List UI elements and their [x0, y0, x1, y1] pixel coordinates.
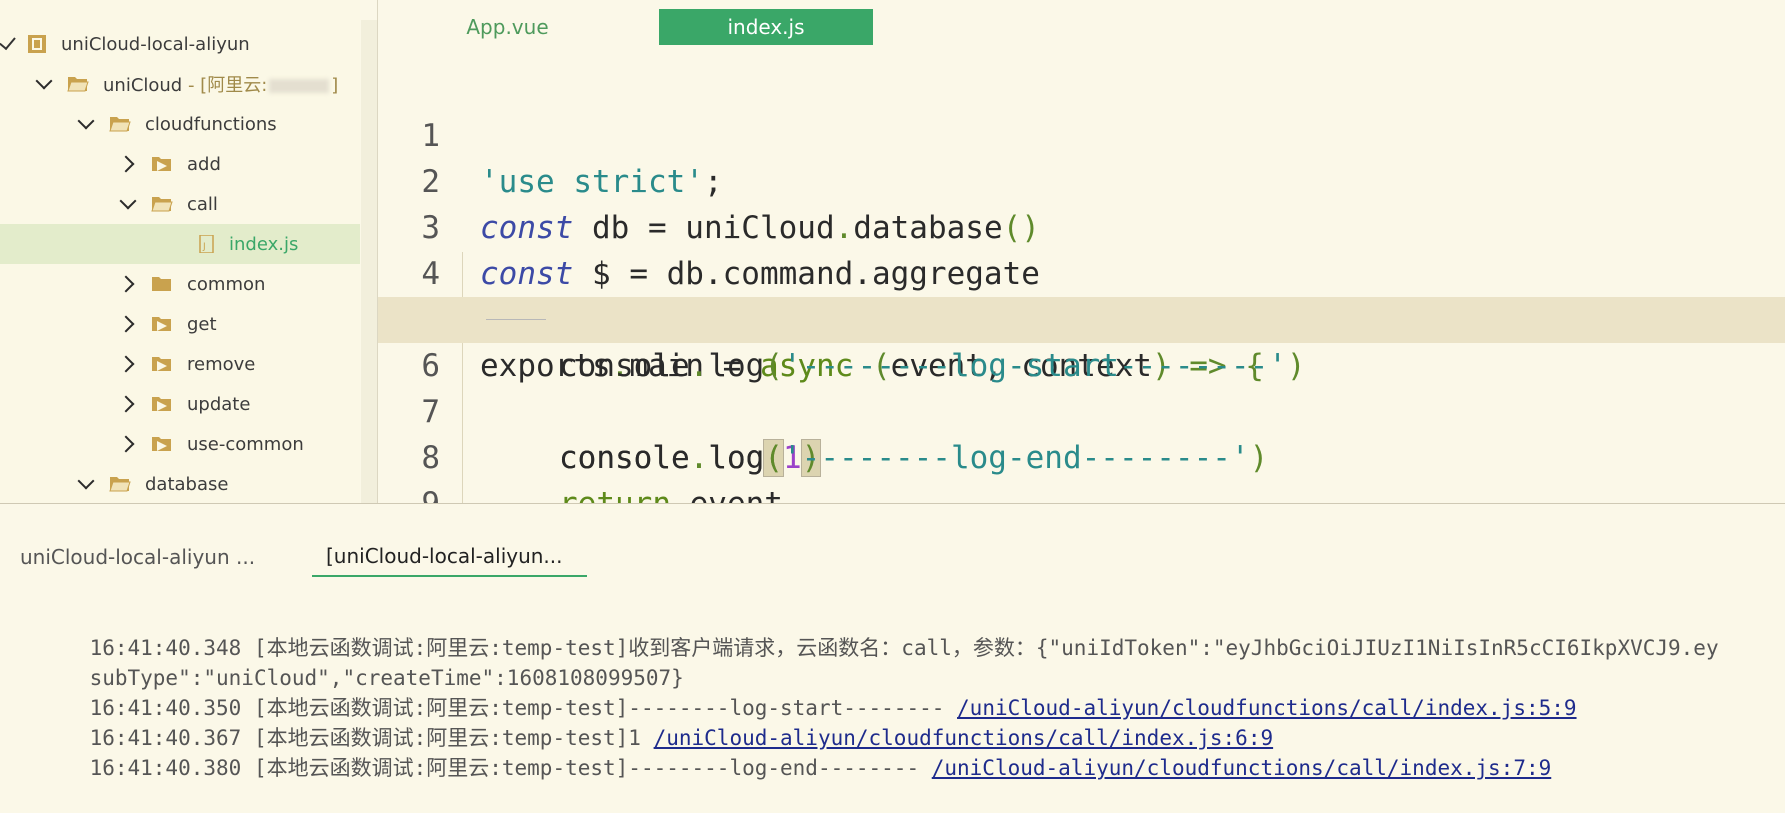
- cloud-function-folder-icon: [152, 157, 171, 171]
- folder-icon: [152, 277, 171, 291]
- tree-item-update[interactable]: update: [0, 384, 360, 424]
- source-location-link[interactable]: /uniCloud-aliyun/cloudfunctions/call/ind…: [932, 756, 1552, 780]
- folder-open-icon: [67, 77, 89, 92]
- tree-label-unicloud: uniCloud: [103, 75, 183, 96]
- cloud-function-folder-icon: [152, 397, 171, 411]
- code-editor[interactable]: 1 'use strict'; 2 const db = uniCloud.da…: [378, 0, 1785, 503]
- tree-label-add: add: [187, 153, 221, 175]
- console-tab-debug[interactable]: [uniCloud-local-aliyun...: [312, 537, 587, 577]
- code-line-current[interactable]: 6 console.log(1): [378, 297, 1785, 477]
- tree-item-remove[interactable]: remove: [0, 344, 360, 384]
- chevron-down-icon[interactable]: [77, 112, 95, 130]
- tree-item-use-common[interactable]: use-common: [0, 424, 360, 464]
- cloud-function-folder-icon: [152, 357, 171, 371]
- tree-item-common[interactable]: common: [0, 264, 360, 304]
- tree-label-update: update: [187, 393, 251, 415]
- cloud-function-folder-icon: [152, 317, 171, 331]
- chevron-right-icon[interactable]: [117, 435, 135, 453]
- console-line-text: 16:41:40.380 [本地云函数调试:阿里云:temp-test]----…: [89, 756, 932, 780]
- chevron-right-icon[interactable]: [117, 275, 135, 293]
- folder-open-icon: [109, 117, 131, 132]
- tree-item-get[interactable]: get: [0, 304, 360, 344]
- svg-text:J: J: [202, 242, 206, 252]
- code-line[interactable]: 4 exports.main = async (event, context) …: [378, 205, 1785, 384]
- tree-item-index-js[interactable]: J index.js: [0, 224, 360, 264]
- tab-app-vue[interactable]: App.vue: [440, 9, 575, 45]
- code-line[interactable]: 5 console.log('--------log-start--------…: [378, 251, 1785, 384]
- sidebar-scrollbar[interactable]: [361, 20, 377, 503]
- folder-open-icon: [151, 197, 173, 212]
- project-icon: [28, 35, 46, 53]
- chevron-right-icon[interactable]: [117, 155, 135, 173]
- tree-item-call[interactable]: call: [0, 184, 360, 224]
- code-line[interactable]: 7 console.log('--------log-end--------'): [378, 343, 1785, 476]
- tree-label-call: call: [187, 193, 218, 215]
- code-line[interactable]: 2 const db = uniCloud.database(): [378, 113, 1785, 246]
- indent-whitespace-marker: [486, 319, 546, 320]
- project-explorer: uniCloud-local-aliyun uniCloud - [阿里云:] …: [0, 0, 360, 503]
- tree-label-project: uniCloud-local-aliyun: [61, 33, 250, 55]
- code-line[interactable]: 8 return event: [378, 389, 1785, 503]
- console-line: 16:41:40.380 [本地云函数调试:阿里云:temp-test]----…: [39, 723, 1552, 813]
- tree-label-common: common: [187, 273, 266, 295]
- tree-label-remove: remove: [187, 353, 256, 375]
- tree-label-get: get: [187, 313, 217, 335]
- chevron-right-icon[interactable]: [117, 395, 135, 413]
- tree-label-database: database: [145, 473, 229, 495]
- tree-item-project[interactable]: uniCloud-local-aliyun: [0, 24, 360, 64]
- console-tab-project[interactable]: uniCloud-local-aliyun ...: [20, 537, 255, 577]
- tab-index-js[interactable]: index.js: [659, 9, 873, 45]
- chevron-down-icon[interactable]: [77, 472, 95, 490]
- tree-item-cloudfunctions[interactable]: cloudfunctions: [0, 104, 360, 144]
- code-line[interactable]: 10: [378, 481, 1785, 503]
- chevron-right-icon[interactable]: [117, 315, 135, 333]
- tree-item-database[interactable]: database: [0, 464, 360, 503]
- redacted-space-name: [269, 79, 330, 93]
- code-line[interactable]: 1 'use strict';: [378, 67, 1785, 200]
- cloud-function-folder-icon: [152, 437, 171, 451]
- unicloud-space-annotation: - [阿里云:]: [187, 75, 339, 96]
- chevron-down-icon[interactable]: [119, 192, 137, 210]
- tree-label-use-common: use-common: [187, 433, 304, 455]
- code-line[interactable]: 9 };: [378, 435, 1785, 503]
- console-panel: uniCloud-local-aliyun ... [uniCloud-loca…: [0, 504, 1785, 794]
- tree-label-cloudfunctions: cloudfunctions: [145, 113, 277, 135]
- folder-open-icon: [109, 477, 131, 492]
- js-file-icon: J: [199, 235, 214, 253]
- tree-label-index-js: index.js: [229, 233, 299, 255]
- chevron-down-icon[interactable]: [35, 72, 53, 90]
- tree-item-add[interactable]: add: [0, 144, 360, 184]
- chevron-right-icon[interactable]: [117, 355, 135, 373]
- code-line[interactable]: 3 const $ = db.command.aggregate: [378, 159, 1785, 292]
- tree-item-unicloud[interactable]: uniCloud - [阿里云:]: [0, 64, 360, 104]
- check-icon: [0, 32, 16, 50]
